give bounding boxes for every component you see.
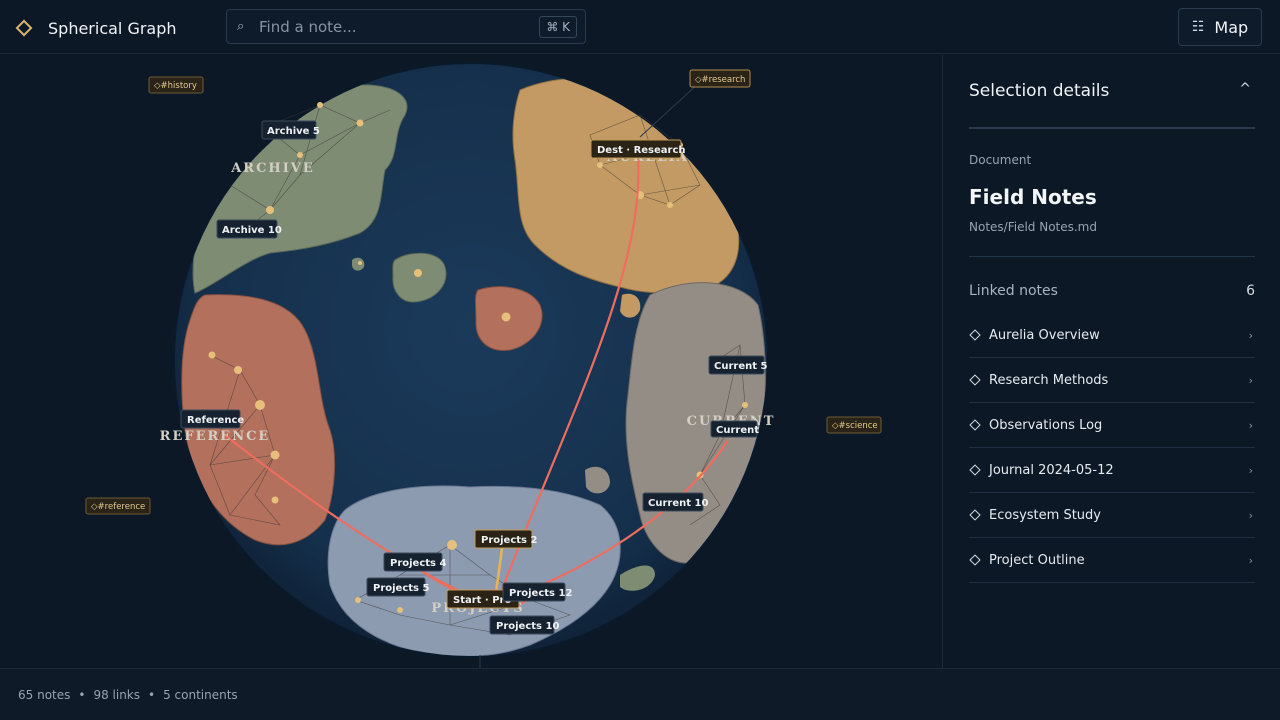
doc-title: Field Notes [969,185,1097,209]
linked-note-item[interactable]: Research Methods › [969,358,1255,403]
panel-header: Selection details ^ [969,81,1255,129]
node-label-projects-5[interactable]: Projects 5 [366,577,429,597]
linked-note-label: Ecosystem Study [989,507,1101,523]
linked-note-item[interactable]: Ecosystem Study › [969,493,1255,538]
node-label-current-10[interactable]: Current 10 [642,492,708,512]
svg-text:Dest · Research: Dest · Research [597,145,686,156]
linked-notes-header: Linked notes 6 [969,283,1255,299]
svg-text:Current 10: Current 10 [648,498,708,509]
diamond-icon [969,554,981,566]
linked-note-label: Observations Log [989,417,1103,433]
svg-text:Archive 5: Archive 5 [267,126,320,137]
diamond-icon [969,509,981,521]
continents-count: 5 continents [163,687,238,702]
search-icon: ⌕ [237,19,245,34]
status-bar: 65 notes • 98 links • 5 continents [0,668,1280,720]
svg-text:◇#history: ◇#history [154,81,197,91]
chevron-right-icon: › [1248,463,1253,477]
node-label-archive-5[interactable]: Archive 5 [261,120,320,140]
svg-text:◇#research: ◇#research [695,75,745,85]
map-button[interactable]: ☷ Map [1178,8,1262,46]
shortcut-hint: ⌘ K [539,15,577,38]
globe-canvas[interactable]: ARCHIVE AURELIA CURRENT REFERENCE PROJEC… [0,55,942,668]
tag-research[interactable]: ◇#research [689,69,751,88]
notes-count: 65 notes [18,687,71,702]
linked-note-label: Aurelia Overview [989,327,1100,343]
svg-text:Projects 2: Projects 2 [481,535,537,546]
node-label-projects-12[interactable]: Projects 12 [502,582,572,602]
linked-note-label: Research Methods [989,372,1109,388]
linked-note-item[interactable]: Project Outline › [969,538,1255,583]
node-label-archive-10[interactable]: Archive 10 [216,219,282,239]
chevron-right-icon: › [1248,553,1253,567]
tag-history[interactable]: ◇#history [148,76,204,94]
svg-text:◇#reference: ◇#reference [91,502,145,512]
list-icon: ☷ [1191,19,1205,35]
map-button-label: Map [1214,17,1249,37]
selection-panel: Selection details ^ Document Field Notes… [942,55,1280,668]
panel-title: Selection details [969,81,1110,101]
doc-path: Notes/Field Notes.md [969,220,1097,234]
linked-notes-count: 6 [1246,283,1255,299]
links-count: 98 links [93,687,141,702]
collapse-chevron-up-icon[interactable]: ^ [1239,81,1251,97]
node-label-projects-4[interactable]: Projects 4 [383,552,446,572]
doc-type: Document [969,153,1032,167]
svg-text:Projects 10: Projects 10 [496,621,559,632]
linked-note-label: Project Outline [989,552,1085,568]
svg-text:Archive 10: Archive 10 [222,225,282,236]
node-label-reference[interactable]: Reference [180,409,244,429]
chevron-right-icon: › [1248,328,1253,342]
search-box[interactable]: ⌕ ⌘ K [226,9,586,44]
chevron-right-icon: › [1248,373,1253,387]
separator-dot: • [78,687,86,702]
globe-svg[interactable]: ARCHIVE AURELIA CURRENT REFERENCE PROJEC… [0,55,942,668]
svg-text:Current: Current [716,425,759,436]
node-label-projects-2[interactable]: Projects 2 [474,529,537,549]
brand: Spherical Graph [15,16,177,40]
diamond-icon [969,374,981,386]
top-bar: Spherical Graph ⌕ ⌘ K ☷ Map [0,0,1280,54]
node-label-current[interactable]: Current [710,420,759,438]
diamond-icon [969,419,981,431]
tag-science[interactable]: ◇#science [826,416,882,434]
chevron-right-icon: › [1248,418,1253,432]
panel-divider [969,256,1255,257]
app-title: Spherical Graph [48,18,177,38]
linked-note-label: Journal 2024-05-12 [989,462,1114,478]
svg-text:Projects 12: Projects 12 [509,588,572,599]
svg-text:◇#science: ◇#science [832,421,878,431]
diamond-icon [969,329,981,341]
linked-note-item[interactable]: Aurelia Overview › [969,313,1255,358]
continent-label-reference: REFERENCE [160,429,271,444]
chevron-right-icon: › [1248,508,1253,522]
node-label-current-5[interactable]: Current 5 [708,355,767,375]
svg-text:Projects 4: Projects 4 [390,558,446,569]
linked-note-item[interactable]: Observations Log › [969,403,1255,448]
tag-reference[interactable]: ◇#reference [85,497,151,515]
separator-dot: • [148,687,156,702]
svg-text:Reference: Reference [187,415,244,426]
continent-label-archive: ARCHIVE [230,161,315,176]
linked-notes-label: Linked notes [969,283,1058,299]
node-label-dest-research[interactable]: Dest · Research [590,139,686,159]
svg-text:Current 5: Current 5 [714,361,767,372]
diamond-logo-icon [15,19,33,37]
diamond-icon [969,464,981,476]
node-label-projects-10[interactable]: Projects 10 [489,615,559,635]
svg-text:Projects 5: Projects 5 [373,583,429,594]
linked-notes-list: Aurelia Overview › Research Methods › Ob… [969,313,1255,583]
search-input[interactable] [259,17,540,36]
linked-note-item[interactable]: Journal 2024-05-12 › [969,448,1255,493]
